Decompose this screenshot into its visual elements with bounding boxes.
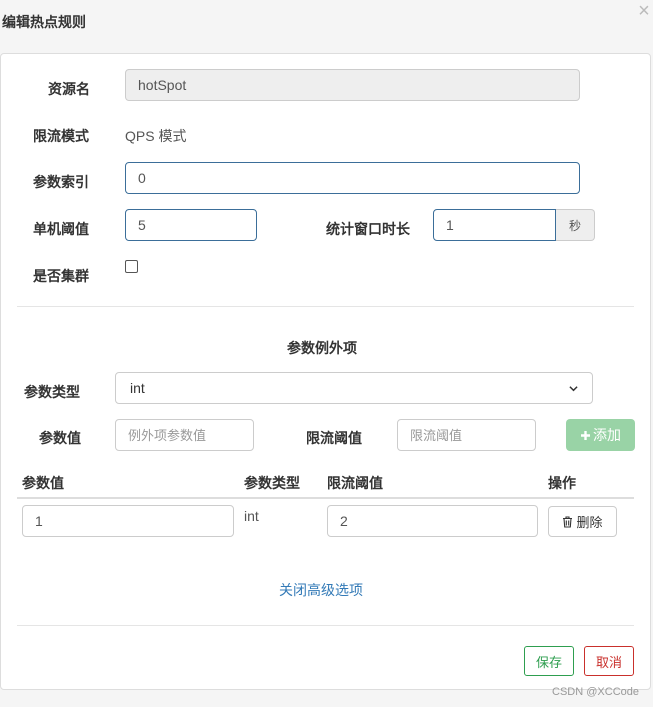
close-icon[interactable]: × — [635, 0, 653, 22]
limit-mode-label: 限流模式 — [33, 128, 89, 144]
add-exception-button[interactable]: 添加 — [566, 419, 635, 451]
row-param-type: int — [244, 508, 259, 524]
exceptions-title: 参数例外项 — [287, 340, 357, 356]
delete-row-label: 删除 — [576, 515, 603, 530]
delete-row-button[interactable]: 删除 — [548, 506, 617, 537]
window-unit: 秒 — [556, 209, 595, 241]
col-header-param-value: 参数值 — [22, 475, 64, 491]
col-header-action: 操作 — [548, 475, 576, 491]
col-header-threshold: 限流阈值 — [327, 475, 383, 491]
exception-value-label: 参数值 — [39, 430, 81, 446]
trash-icon — [563, 515, 573, 528]
resource-input[interactable] — [125, 69, 580, 101]
param-type-selected: int — [130, 380, 145, 396]
col-header-param-type: 参数类型 — [244, 475, 300, 491]
limit-mode-value: QPS 模式 — [125, 128, 187, 144]
param-index-label: 参数索引 — [33, 174, 89, 190]
threshold-input[interactable] — [125, 209, 257, 241]
exception-value-input[interactable] — [115, 419, 254, 451]
toggle-advanced-link[interactable]: 关闭高级选项 — [279, 580, 363, 600]
row-threshold-input[interactable] — [327, 505, 538, 537]
table-header-divider — [17, 497, 634, 499]
param-type-select[interactable]: int — [115, 372, 593, 404]
resource-label: 资源名 — [48, 81, 90, 97]
cancel-button[interactable]: 取消 — [584, 646, 634, 676]
window-input[interactable] — [433, 209, 556, 241]
add-exception-label: 添加 — [593, 427, 621, 443]
threshold-label: 单机阈值 — [33, 221, 89, 237]
cluster-label: 是否集群 — [33, 268, 89, 284]
row-param-value-input[interactable] — [22, 505, 234, 537]
cluster-checkbox[interactable] — [125, 260, 138, 273]
window-label: 统计窗口时长 — [326, 221, 410, 237]
plus-icon — [581, 430, 590, 440]
exception-threshold-label: 限流阈值 — [306, 430, 362, 446]
dialog-title: 编辑热点规则 — [2, 14, 86, 30]
watermark: CSDN @XCCode — [552, 686, 639, 698]
chevron-down-icon — [569, 385, 578, 391]
param-type-label: 参数类型 — [24, 384, 80, 400]
exception-threshold-input[interactable] — [397, 419, 536, 451]
divider — [17, 306, 634, 307]
footer-divider — [17, 625, 634, 626]
save-button[interactable]: 保存 — [524, 646, 574, 676]
param-index-input[interactable] — [125, 162, 580, 194]
